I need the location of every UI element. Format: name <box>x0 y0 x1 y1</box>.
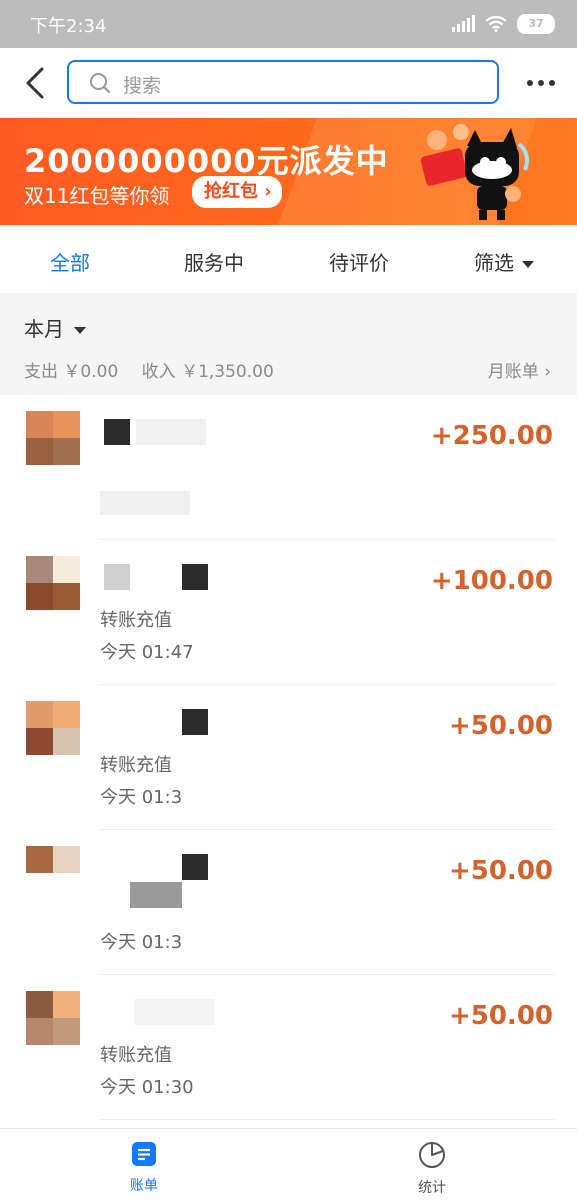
month-section: 本月 支出 ￥0.00 收入 ￥1,350.00 月账单 › <box>0 293 577 395</box>
grab-red-packet-button[interactable]: 抢红包 › <box>192 176 282 208</box>
payer-name-redacted <box>104 564 214 590</box>
transaction-row[interactable]: 转账充值 今天 01:47 +100.00 <box>0 540 577 685</box>
payer-name-redacted <box>104 709 214 735</box>
transaction-row[interactable]: 转账充值 今天 01:3 +50.00 <box>0 685 577 830</box>
search-placeholder: 搜索 <box>123 75 162 97</box>
nav-bill-label: 账单 <box>130 1178 158 1194</box>
transaction-amount: +50.00 <box>448 856 553 886</box>
nav-bill[interactable]: 账单 <box>104 1141 184 1195</box>
tab-in-service[interactable]: 服务中 <box>184 247 244 276</box>
tab-filter-label: 筛选 <box>474 251 514 275</box>
avatar <box>26 991 80 1045</box>
bottom-nav: 账单 统计 <box>0 1128 577 1201</box>
avatar <box>26 846 80 900</box>
nav-stats-label: 统计 <box>418 1180 446 1196</box>
transaction-amount: +50.00 <box>448 1001 553 1031</box>
month-title: 本月 <box>24 317 64 341</box>
pie-chart-icon <box>419 1142 445 1168</box>
battery-icon: 37 <box>517 14 555 34</box>
nav-stats[interactable]: 统计 <box>392 1141 472 1197</box>
transaction-row[interactable]: 转账充值 今天 01:30 +50.00 <box>0 975 577 1120</box>
transaction-time: 今天 01:47 <box>100 642 194 663</box>
chevron-right-icon: › <box>544 362 551 382</box>
header: 搜索 <box>0 48 577 118</box>
tab-filter[interactable]: 筛选 <box>474 247 534 276</box>
monthly-bill-link[interactable]: 月账单 › <box>488 357 551 382</box>
transaction-amount: +100.00 <box>430 566 553 596</box>
transaction-row[interactable]: 今天 01:3 +50.00 <box>0 830 577 975</box>
transaction-list: +250.00 转账充值 今天 01:47 +100.00 转账充值 今天 01… <box>0 395 577 1120</box>
monthly-bill-label: 月账单 <box>487 362 539 382</box>
transaction-amount: +50.00 <box>448 711 553 741</box>
income-total: 收入 ￥1,350.00 <box>141 362 274 382</box>
transaction-row[interactable]: +250.00 <box>0 395 577 540</box>
back-icon[interactable] <box>22 66 52 100</box>
grab-red-packet-label: 抢红包 <box>204 181 258 202</box>
transaction-desc: 转账充值 <box>100 610 172 631</box>
transaction-amount: +250.00 <box>430 421 553 451</box>
month-summary: 支出 ￥0.00 收入 ￥1,350.00 <box>24 357 292 382</box>
status-time: 下午2:34 <box>30 16 107 37</box>
payer-name-redacted <box>104 999 214 1025</box>
status-icons: 37 <box>452 14 555 34</box>
bill-icon <box>132 1142 156 1166</box>
payer-name-redacted <box>104 419 214 445</box>
search-input[interactable]: 搜索 <box>67 60 499 104</box>
banner-subline: 双11红包等你领 <box>24 184 170 208</box>
wifi-icon <box>485 16 507 32</box>
search-icon <box>90 73 111 94</box>
transaction-time: 今天 01:3 <box>100 787 183 808</box>
transaction-desc: 转账充值 <box>100 755 172 776</box>
payer-name-redacted <box>104 854 214 908</box>
avatar <box>26 556 80 610</box>
dropdown-caret-icon <box>522 261 534 268</box>
promo-banner[interactable]: 2000000000元派发中 双11红包等你领 抢红包 › <box>0 118 577 225</box>
tmall-cat-mascot-icon <box>420 124 529 220</box>
transaction-time: 今天 01:30 <box>100 1077 194 1098</box>
expense-total: 支出 ￥0.00 <box>24 362 119 382</box>
month-selector[interactable]: 本月 <box>24 313 86 342</box>
more-icon[interactable] <box>527 80 555 86</box>
avatar <box>26 411 80 465</box>
tab-all[interactable]: 全部 <box>50 247 90 276</box>
filter-tabs: 全部 服务中 待评价 筛选 <box>0 225 577 293</box>
status-bar: 下午2:34 37 <box>0 0 577 48</box>
avatar <box>26 701 80 755</box>
dropdown-caret-icon <box>74 327 86 334</box>
tab-pending-review[interactable]: 待评价 <box>329 247 389 276</box>
transaction-time-redacted <box>100 491 190 515</box>
chevron-right-icon: › <box>264 181 272 202</box>
transaction-time: 今天 01:3 <box>100 932 183 953</box>
signal-icon <box>452 15 475 32</box>
transaction-desc: 转账充值 <box>100 1045 172 1066</box>
